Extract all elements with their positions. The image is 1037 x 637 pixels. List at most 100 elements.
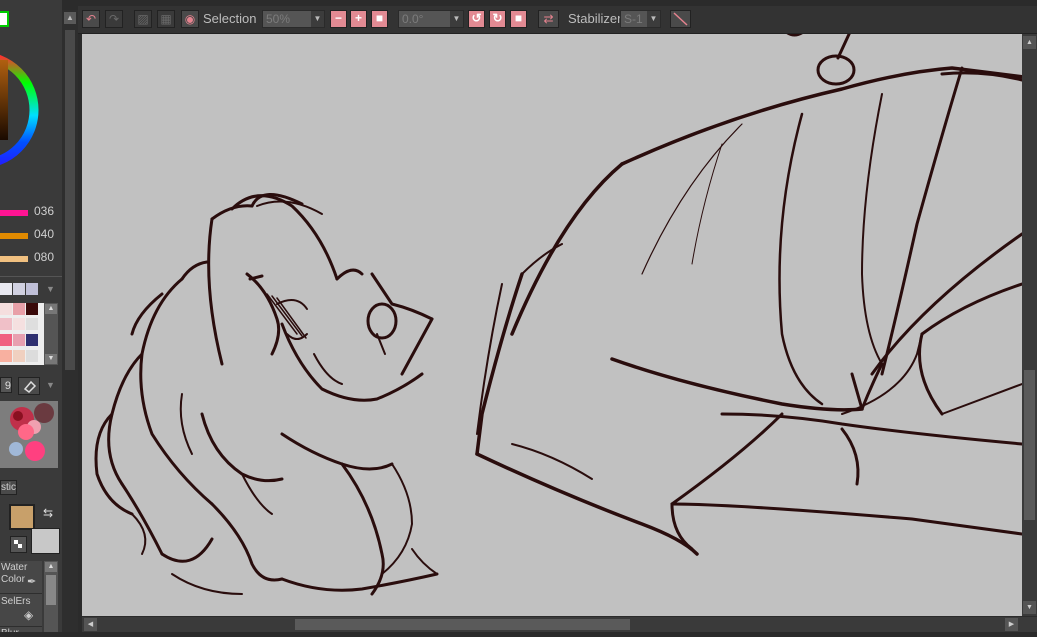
- undo-icon: ↶: [85, 12, 97, 26]
- zoom-in-button[interactable]: +: [350, 10, 367, 28]
- swap-colors-icon[interactable]: ⇆: [43, 506, 53, 520]
- brush-name-tab[interactable]: stic: [0, 480, 17, 495]
- swatch[interactable]: [0, 283, 12, 295]
- canvas-toolbar: ↶ ↷ ▨ ▦ ◉ Selection 50% ▼ − + ■ 0.0° ▼ ↺…: [78, 6, 1037, 34]
- eraser-icon: [23, 380, 37, 393]
- deselect-button[interactable]: ▨: [134, 10, 152, 28]
- rotation-combo[interactable]: 0.0° ▼: [398, 10, 464, 28]
- flip-horizontal-button[interactable]: ⇄: [538, 10, 559, 28]
- diagonal-line-icon: [673, 12, 688, 26]
- stabilizer-label: Stabilizer: [568, 11, 622, 26]
- chevron-down-icon[interactable]: ▼: [46, 380, 55, 390]
- tool-label: Color: [1, 574, 25, 585]
- rotate-right-button[interactable]: ↻: [489, 10, 506, 28]
- color-palette-grid[interactable]: [0, 303, 44, 365]
- scroll-left-icon[interactable]: ◀: [84, 618, 97, 631]
- swatch[interactable]: [26, 283, 38, 295]
- scroll-thumb[interactable]: [46, 575, 56, 605]
- transparent-color-button[interactable]: [10, 536, 27, 553]
- chevron-down-icon[interactable]: ▼: [647, 11, 660, 27]
- swatch[interactable]: [26, 303, 38, 315]
- eraser-icon: ◈: [24, 608, 34, 622]
- tools-scrollbar[interactable]: ▲: [44, 561, 58, 637]
- swatch[interactable]: [0, 318, 12, 330]
- scroll-up-icon[interactable]: ▲: [1023, 36, 1036, 49]
- swatch[interactable]: [13, 318, 25, 330]
- select-invert-icon: ▦: [160, 12, 172, 26]
- stabilizer-mode-button[interactable]: [670, 10, 691, 28]
- left-panel-scrollbar[interactable]: ▲: [62, 10, 78, 637]
- stabilizer-value: S-1: [624, 12, 643, 26]
- rotation-reset-button[interactable]: ■: [510, 10, 527, 28]
- chevron-down-icon[interactable]: ▼: [311, 11, 324, 27]
- swatch[interactable]: [0, 334, 12, 346]
- brush-preview[interactable]: [0, 401, 58, 468]
- rotate-left-button[interactable]: ↺: [468, 10, 485, 28]
- swatch[interactable]: [13, 283, 25, 295]
- zoom-out-button[interactable]: −: [330, 10, 347, 28]
- chevron-down-icon[interactable]: ▼: [450, 11, 463, 27]
- canvas-vertical-scrollbar[interactable]: ▲ ▼: [1022, 34, 1037, 616]
- green-slider[interactable]: 040: [0, 227, 62, 241]
- drawing-canvas[interactable]: [82, 34, 1022, 616]
- lineart-drawing: [94, 34, 1022, 596]
- scroll-down-icon[interactable]: ▼: [45, 354, 57, 364]
- select-clear-icon: ▨: [137, 12, 149, 26]
- tool-selection-eraser[interactable]: SelErs ◈: [0, 594, 42, 627]
- stabilizer-combo[interactable]: S-1 ▼: [620, 10, 661, 28]
- palette-scrollbar[interactable]: ▲ ▼: [44, 303, 58, 365]
- rotate-right-icon: ↻: [492, 11, 503, 25]
- recent-colors-row: ▼: [0, 283, 62, 297]
- undo-button[interactable]: ↶: [82, 10, 100, 28]
- scrollbar-corner: [1022, 617, 1037, 632]
- brush-size-field[interactable]: 9: [0, 377, 12, 393]
- swatch[interactable]: [0, 303, 12, 315]
- scroll-up-icon[interactable]: ▲: [64, 12, 76, 24]
- scroll-thumb[interactable]: [65, 30, 75, 370]
- swatch[interactable]: [13, 350, 25, 362]
- selection-view-toggle[interactable]: ◉: [181, 10, 199, 28]
- zoom-value: 50%: [266, 12, 291, 26]
- tool-label: Water: [1, 562, 28, 573]
- red-slider-bar[interactable]: [0, 210, 28, 216]
- scroll-thumb[interactable]: [295, 619, 630, 630]
- blue-slider[interactable]: 080: [0, 250, 62, 264]
- minus-icon: −: [334, 11, 342, 25]
- flip-icon: ⇄: [543, 12, 554, 26]
- zoom-reset-button[interactable]: ■: [371, 10, 388, 28]
- scroll-right-icon[interactable]: ▶: [1005, 618, 1018, 631]
- swatch[interactable]: [26, 350, 38, 362]
- green-value: 040: [34, 227, 55, 241]
- green-slider-bar[interactable]: [0, 233, 28, 239]
- swatch[interactable]: [13, 334, 25, 346]
- scroll-down-icon[interactable]: ▼: [1023, 601, 1036, 614]
- select-invert-button[interactable]: ▦: [157, 10, 175, 28]
- rotate-left-icon: ↺: [471, 11, 482, 25]
- canvas-horizontal-scrollbar[interactable]: ◀ ▶: [82, 617, 1022, 632]
- tool-watercolor[interactable]: Water Color ✒: [0, 561, 42, 594]
- selection-label: Selection: [203, 11, 257, 26]
- stop-square-icon: ■: [375, 11, 384, 25]
- scroll-thumb[interactable]: [1024, 370, 1035, 520]
- red-value: 036: [34, 204, 55, 218]
- sub-color-swatch[interactable]: [31, 528, 60, 554]
- left-panel: 036 040 080 ▼ ▲ ▼ 9 ▼ stic ⇆ Water Color…: [0, 0, 62, 637]
- red-slider[interactable]: 036: [0, 204, 62, 218]
- main-color-swatch[interactable]: [9, 504, 35, 530]
- color-wheel[interactable]: [0, 0, 62, 200]
- divider: [0, 276, 62, 277]
- swatch[interactable]: [13, 303, 25, 315]
- swatch[interactable]: [26, 334, 38, 346]
- scroll-up-icon[interactable]: ▲: [45, 562, 57, 572]
- eraser-toggle-button[interactable]: [18, 377, 40, 395]
- blue-slider-bar[interactable]: [0, 256, 28, 262]
- plus-icon: +: [354, 11, 362, 25]
- swatch[interactable]: [26, 318, 38, 330]
- swatch[interactable]: [0, 350, 12, 362]
- status-bar: [0, 632, 1037, 637]
- zoom-combo[interactable]: 50% ▼: [262, 10, 325, 28]
- redo-button[interactable]: ↷: [105, 10, 123, 28]
- brush-icon: ✒: [27, 576, 37, 588]
- scroll-up-icon[interactable]: ▲: [45, 304, 57, 314]
- chevron-down-icon[interactable]: ▼: [46, 284, 55, 294]
